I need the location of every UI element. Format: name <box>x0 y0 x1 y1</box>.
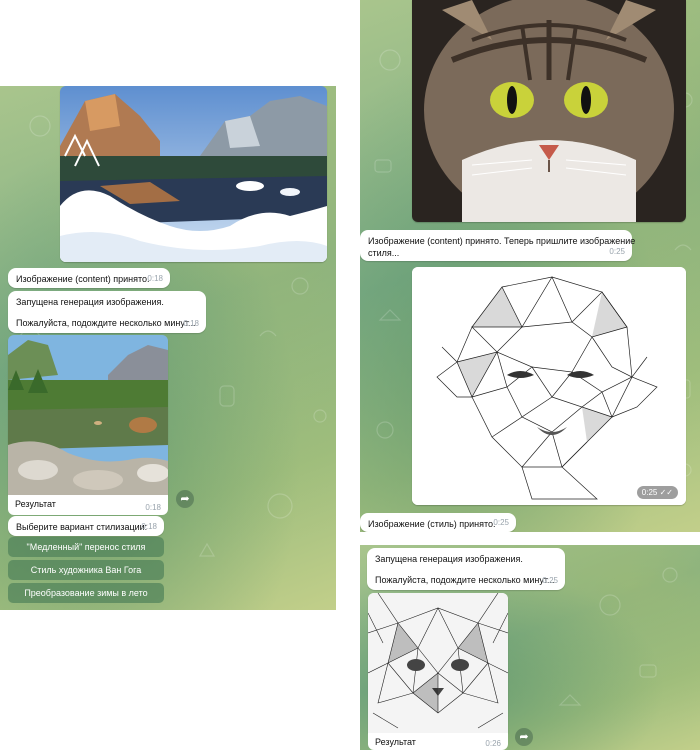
result-caption: Результат <box>15 499 56 509</box>
slow-style-transfer-button[interactable]: "Медленный" перенос стиля <box>8 537 164 557</box>
message-time: 0:25 <box>542 576 558 585</box>
stylized-cat-result-image[interactable] <box>368 593 508 733</box>
message-time: 0:18 <box>183 319 199 328</box>
message-style-accepted: Изображение (стиль) принято. 0:25 <box>360 513 516 532</box>
share-arrow-icon[interactable]: ➦ <box>176 490 194 508</box>
image-time-pill: 0:25 ✓✓ <box>636 486 678 499</box>
message-generation-started: Запущена генерация изображения. Пожалуйс… <box>367 548 565 590</box>
van-gogh-style-button[interactable]: Стиль художника Ван Гога <box>8 560 164 580</box>
left-chat-panel: Изображение (content) принято. 0:18 Запу… <box>0 86 336 610</box>
message-choose-style: Выберите вариант стилизации: 0:18 <box>8 516 164 536</box>
message-text: Изображение (стиль) принято. <box>368 519 496 529</box>
message-time: 0:25 <box>609 247 625 256</box>
winter-to-summer-button[interactable]: Преобразование зимы в лето <box>8 583 164 603</box>
message-time: 0:26 <box>485 739 501 748</box>
right-chat-panel-top: Изображение (content) принято. Теперь пр… <box>360 0 700 532</box>
message-time: 0:25 <box>641 488 658 497</box>
message-generation-started: Запущена генерация изображения. Пожалуйс… <box>8 291 206 333</box>
style-portrait-image[interactable]: 0:25 ✓✓ <box>412 267 686 505</box>
message-line-1: Запущена генерация изображения. <box>16 297 164 307</box>
message-time: 0:25 <box>493 518 509 527</box>
message-text: Выберите вариант стилизации: <box>16 522 148 532</box>
message-time: 0:18 <box>145 503 161 512</box>
message-content-accepted: Изображение (content) принято. 0:18 <box>8 268 170 288</box>
result-caption: Результат <box>375 737 416 747</box>
result-caption-card: Результат 0:18 <box>8 495 168 515</box>
message-text: Изображение (content) принято. <box>16 274 150 284</box>
result-caption-card: Результат 0:26 <box>368 733 508 750</box>
message-line-2: Пожалуйста, подождите несколько минут... <box>375 575 555 585</box>
message-time: 0:18 <box>147 274 163 283</box>
message-line-2: Пожалуйста, подождите несколько минут... <box>16 318 196 328</box>
message-time: 0:18 <box>141 522 157 531</box>
right-chat-panel-bottom: Запущена генерация изображения. Пожалуйс… <box>360 545 700 750</box>
message-line-2: стиля... <box>368 248 400 258</box>
message-content-accepted-send-style: Изображение (content) принято. Теперь пр… <box>360 230 636 261</box>
cat-content-image[interactable] <box>412 0 686 222</box>
winter-content-image[interactable] <box>60 86 327 262</box>
message-line-1: Изображение (content) принято. Теперь пр… <box>368 236 636 246</box>
share-arrow-icon[interactable]: ➦ <box>515 728 533 746</box>
message-line-1: Запущена генерация изображения. <box>375 554 523 564</box>
summer-result-image[interactable] <box>8 335 168 495</box>
double-check-icon: ✓✓ <box>659 488 673 497</box>
